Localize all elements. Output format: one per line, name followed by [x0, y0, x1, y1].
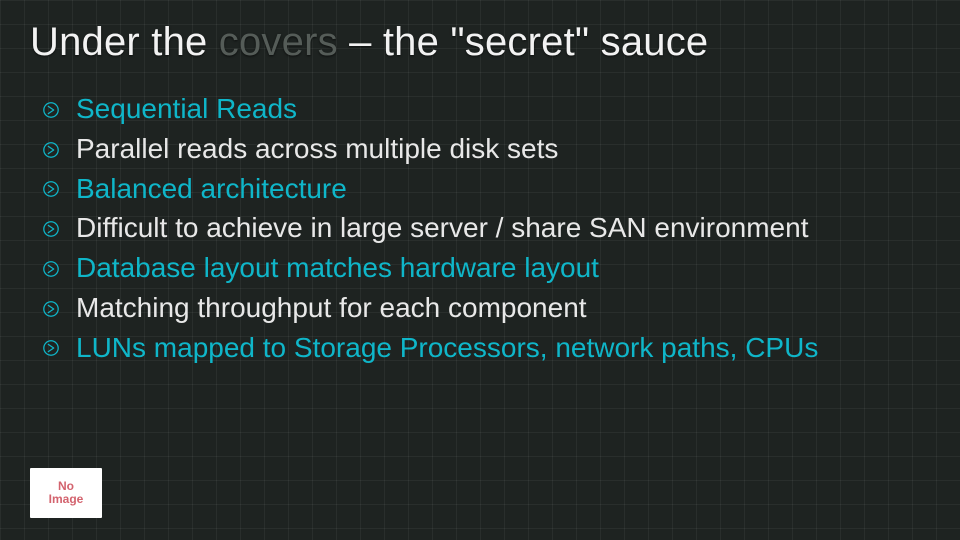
- list-item: Difficult to achieve in large server / s…: [42, 208, 930, 248]
- list-item: Matching throughput for each component: [42, 288, 930, 328]
- bullet-icon: [42, 180, 60, 198]
- list-item: Balanced architecture: [42, 169, 930, 209]
- list-item-label: Balanced architecture: [76, 169, 347, 209]
- list-item: Parallel reads across multiple disk sets: [42, 129, 930, 169]
- bullet-list: Sequential Reads Parallel reads across m…: [30, 89, 930, 367]
- list-item-label: Sequential Reads: [76, 89, 297, 129]
- list-item-label: Difficult to achieve in large server / s…: [76, 208, 808, 248]
- bullet-icon: [42, 339, 60, 357]
- list-item: LUNs mapped to Storage Processors, netwo…: [42, 328, 930, 368]
- title-part-1: Under the: [30, 20, 219, 64]
- title-part-3: – the "secret" sauce: [338, 20, 709, 64]
- list-item: Database layout matches hardware layout: [42, 248, 930, 288]
- no-image-placeholder: No Image: [30, 468, 102, 518]
- slide-title: Under the covers – the "secret" sauce: [30, 20, 930, 65]
- bullet-icon: [42, 141, 60, 159]
- list-item-label: Matching throughput for each component: [76, 288, 587, 328]
- list-item-label: Parallel reads across multiple disk sets: [76, 129, 558, 169]
- bullet-icon: [42, 260, 60, 278]
- list-item: Sequential Reads: [42, 89, 930, 129]
- slide: Under the covers – the "secret" sauce Se…: [0, 0, 960, 540]
- title-part-2: covers: [219, 20, 338, 64]
- bullet-icon: [42, 220, 60, 238]
- no-image-line-2: Image: [49, 492, 84, 506]
- list-item-label: Database layout matches hardware layout: [76, 248, 599, 288]
- list-item-label: LUNs mapped to Storage Processors, netwo…: [76, 328, 818, 368]
- bullet-icon: [42, 101, 60, 119]
- bullet-icon: [42, 300, 60, 318]
